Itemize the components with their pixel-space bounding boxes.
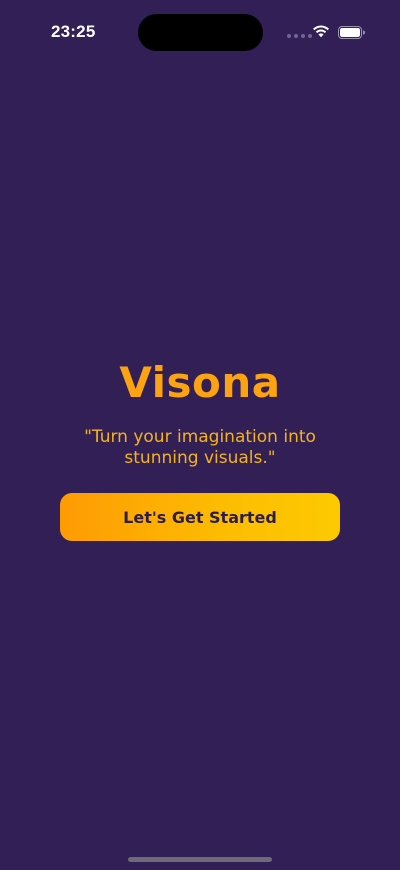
battery-icon [338, 26, 365, 39]
wifi-icon [313, 25, 329, 38]
status-time: 23:25 [51, 22, 96, 41]
welcome-section: Visona "Turn your imagination into stunn… [0, 355, 400, 469]
tagline: "Turn your imagination into stunning vis… [84, 427, 316, 468]
home-indicator[interactable] [128, 857, 272, 862]
get-started-button[interactable]: Let's Get Started [60, 493, 340, 541]
status-bar: 23:25 [0, 0, 400, 60]
app-title: Visona [119, 358, 281, 407]
dynamic-island [138, 14, 263, 51]
cellular-signal-icon [287, 34, 312, 38]
